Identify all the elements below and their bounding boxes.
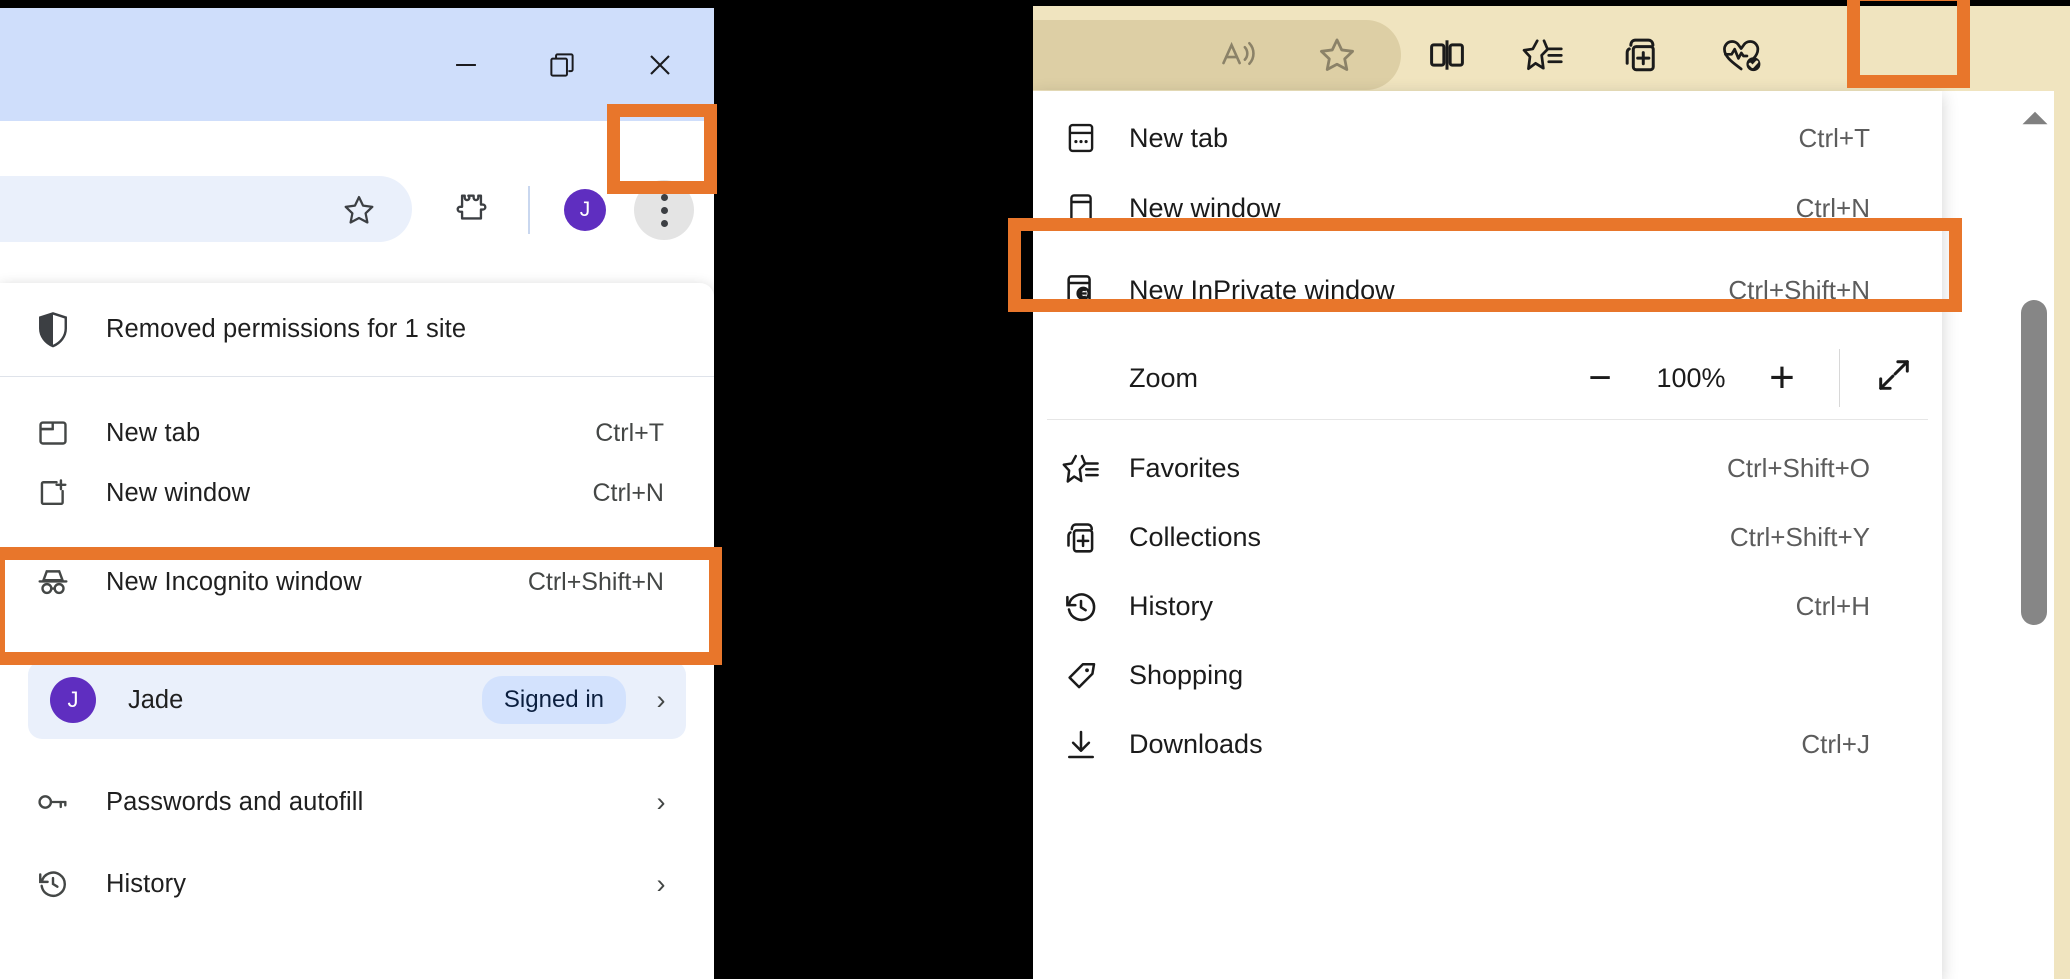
menu-item-label: Downloads <box>1129 729 1263 759</box>
new-tab-icon <box>0 416 106 450</box>
restore-button[interactable] <box>514 8 610 121</box>
menu-item-label: New Incognito window <box>106 567 362 596</box>
zoom-out-button[interactable]: − <box>1557 343 1643 413</box>
menu-item-history[interactable]: History › <box>0 843 714 925</box>
menu-item-label: Removed permissions for 1 site <box>106 315 467 343</box>
incognito-icon <box>0 565 106 599</box>
zoom-label: Zoom <box>1129 362 1199 393</box>
divider <box>1839 349 1840 407</box>
menu-item-label: Shopping <box>1129 660 1244 690</box>
menu-item-history[interactable]: History Ctrl+H <box>1033 572 1942 641</box>
screenshot-root: J Removed permissions for 1 site New tab… <box>0 0 2070 979</box>
favorites-list-icon[interactable] <box>1511 26 1575 84</box>
menu-item-new-window[interactable]: New window Ctrl+N <box>0 463 714 523</box>
split-screen-icon[interactable] <box>1415 26 1479 84</box>
menu-item-accelerator: Ctrl+J <box>1801 729 1870 759</box>
menu-item-accelerator: Ctrl+Shift+O <box>1726 453 1870 483</box>
menu-item-label: Collections <box>1129 522 1262 552</box>
new-tab-icon <box>1033 120 1129 156</box>
avatar-initial: J <box>67 687 79 712</box>
new-window-icon <box>1033 190 1129 226</box>
edge-window-edge <box>2054 91 2070 979</box>
chrome-title-bar <box>0 8 714 121</box>
zoom-value: 100% <box>1656 362 1726 393</box>
collections-icon <box>1033 519 1129 557</box>
menu-item-label: New window <box>106 478 251 507</box>
favorite-star-icon[interactable] <box>1305 26 1369 84</box>
read-aloud-icon[interactable] <box>1207 26 1271 84</box>
menu-item-accelerator: Ctrl+T <box>595 418 664 447</box>
avatar-initial: J <box>579 198 591 221</box>
menu-item-collections[interactable]: Collections Ctrl+Shift+Y <box>1033 503 1942 572</box>
menu-item-new-window[interactable]: New window Ctrl+N <box>1033 173 1942 243</box>
menu-item-accelerator: Ctrl+Shift+N <box>527 567 664 596</box>
edge-toolbar <box>1033 6 2070 91</box>
profile-name: Jade <box>128 685 184 714</box>
kebab-dot <box>660 219 668 227</box>
chevron-right-icon: › <box>656 786 666 817</box>
chrome-dropdown-menu: Removed permissions for 1 site New tab C… <box>0 283 714 979</box>
menu-item-label: New InPrivate window <box>1129 274 1395 305</box>
inprivate-icon <box>1033 271 1129 309</box>
menu-item-favorites[interactable]: Favorites Ctrl+Shift+O <box>1033 434 1942 503</box>
menu-item-shopping[interactable]: Shopping <box>1033 641 1942 710</box>
menu-item-new-incognito-window[interactable]: New Incognito window Ctrl+Shift+N <box>0 523 714 641</box>
menu-item-label: History <box>106 869 187 898</box>
fullscreen-icon <box>1873 354 1915 403</box>
menu-item-accelerator: Ctrl+N <box>592 478 664 507</box>
status-badge: Signed in <box>481 676 626 724</box>
history-icon <box>0 867 106 901</box>
close-button[interactable] <box>612 8 708 121</box>
chrome-kebab-menu-button[interactable] <box>634 180 694 240</box>
chrome-browser-window: J Removed permissions for 1 site New tab… <box>0 8 714 979</box>
chevron-right-icon: › <box>656 684 666 715</box>
menu-item-label: History <box>1129 591 1214 621</box>
extensions-puzzle-icon[interactable] <box>444 188 498 232</box>
shopping-tag-icon <box>1033 657 1129 695</box>
menu-item-profile-jade[interactable]: J Jade Signed in › <box>28 661 686 739</box>
kebab-dot <box>660 193 668 201</box>
kebab-dot <box>660 206 668 214</box>
menu-item-passwords-and-autofill[interactable]: Passwords and autofill › <box>0 761 714 843</box>
menu-item-accelerator: Ctrl+Shift+N <box>1728 274 1870 305</box>
new-window-icon <box>0 476 106 510</box>
downloads-icon <box>1033 726 1129 764</box>
menu-item-new-tab[interactable]: New tab Ctrl+T <box>1033 103 1942 173</box>
menu-item-label: New tab <box>106 418 201 447</box>
bookmark-star-icon[interactable] <box>332 188 386 232</box>
menu-item-label: New tab <box>1129 122 1229 153</box>
favorites-icon <box>1033 450 1129 488</box>
chevron-right-icon: › <box>656 868 666 899</box>
minus-icon: − <box>1588 356 1612 400</box>
menu-item-new-inprivate-window[interactable]: New InPrivate window Ctrl+Shift+N <box>1033 243 1942 337</box>
menu-item-accelerator: Ctrl+H <box>1795 591 1870 621</box>
menu-item-label: Favorites <box>1129 453 1241 483</box>
fullscreen-button[interactable] <box>1846 343 1942 413</box>
page-scrollbar-thumb[interactable] <box>2021 300 2047 625</box>
menu-item-removed-permissions[interactable]: Removed permissions for 1 site <box>0 283 714 376</box>
menu-item-label: New window <box>1129 192 1281 223</box>
key-icon <box>0 786 106 818</box>
collections-icon[interactable] <box>1609 26 1673 84</box>
edge-browser-window: New tab Ctrl+T New window Ctrl+N New InP… <box>1033 0 2070 979</box>
toolbar-divider <box>528 186 530 234</box>
history-icon <box>1033 588 1129 626</box>
shield-icon <box>0 311 106 349</box>
menu-item-accelerator: Ctrl+T <box>1798 122 1871 153</box>
plus-icon: + <box>1769 353 1795 402</box>
avatar: J <box>50 677 96 723</box>
menu-item-new-tab[interactable]: New tab Ctrl+T <box>0 403 714 463</box>
menu-item-accelerator: Ctrl+Shift+Y <box>1729 522 1870 552</box>
zoom-in-button[interactable]: + <box>1739 343 1825 413</box>
browser-essentials-icon[interactable] <box>1707 26 1777 84</box>
chrome-toolbar <box>0 121 714 176</box>
menu-item-downloads[interactable]: Downloads Ctrl+J <box>1033 710 1942 779</box>
minimize-button[interactable] <box>418 8 514 121</box>
menu-item-accelerator: Ctrl+N <box>1795 192 1870 223</box>
edge-dropdown-menu: New tab Ctrl+T New window Ctrl+N New InP… <box>1033 91 1942 979</box>
menu-item-zoom: Zoom − 100% + <box>1033 337 1942 419</box>
menu-item-label: Passwords and autofill <box>106 787 364 816</box>
avatar[interactable]: J <box>564 189 606 231</box>
scroll-up-arrow-icon[interactable] <box>2016 100 2054 136</box>
